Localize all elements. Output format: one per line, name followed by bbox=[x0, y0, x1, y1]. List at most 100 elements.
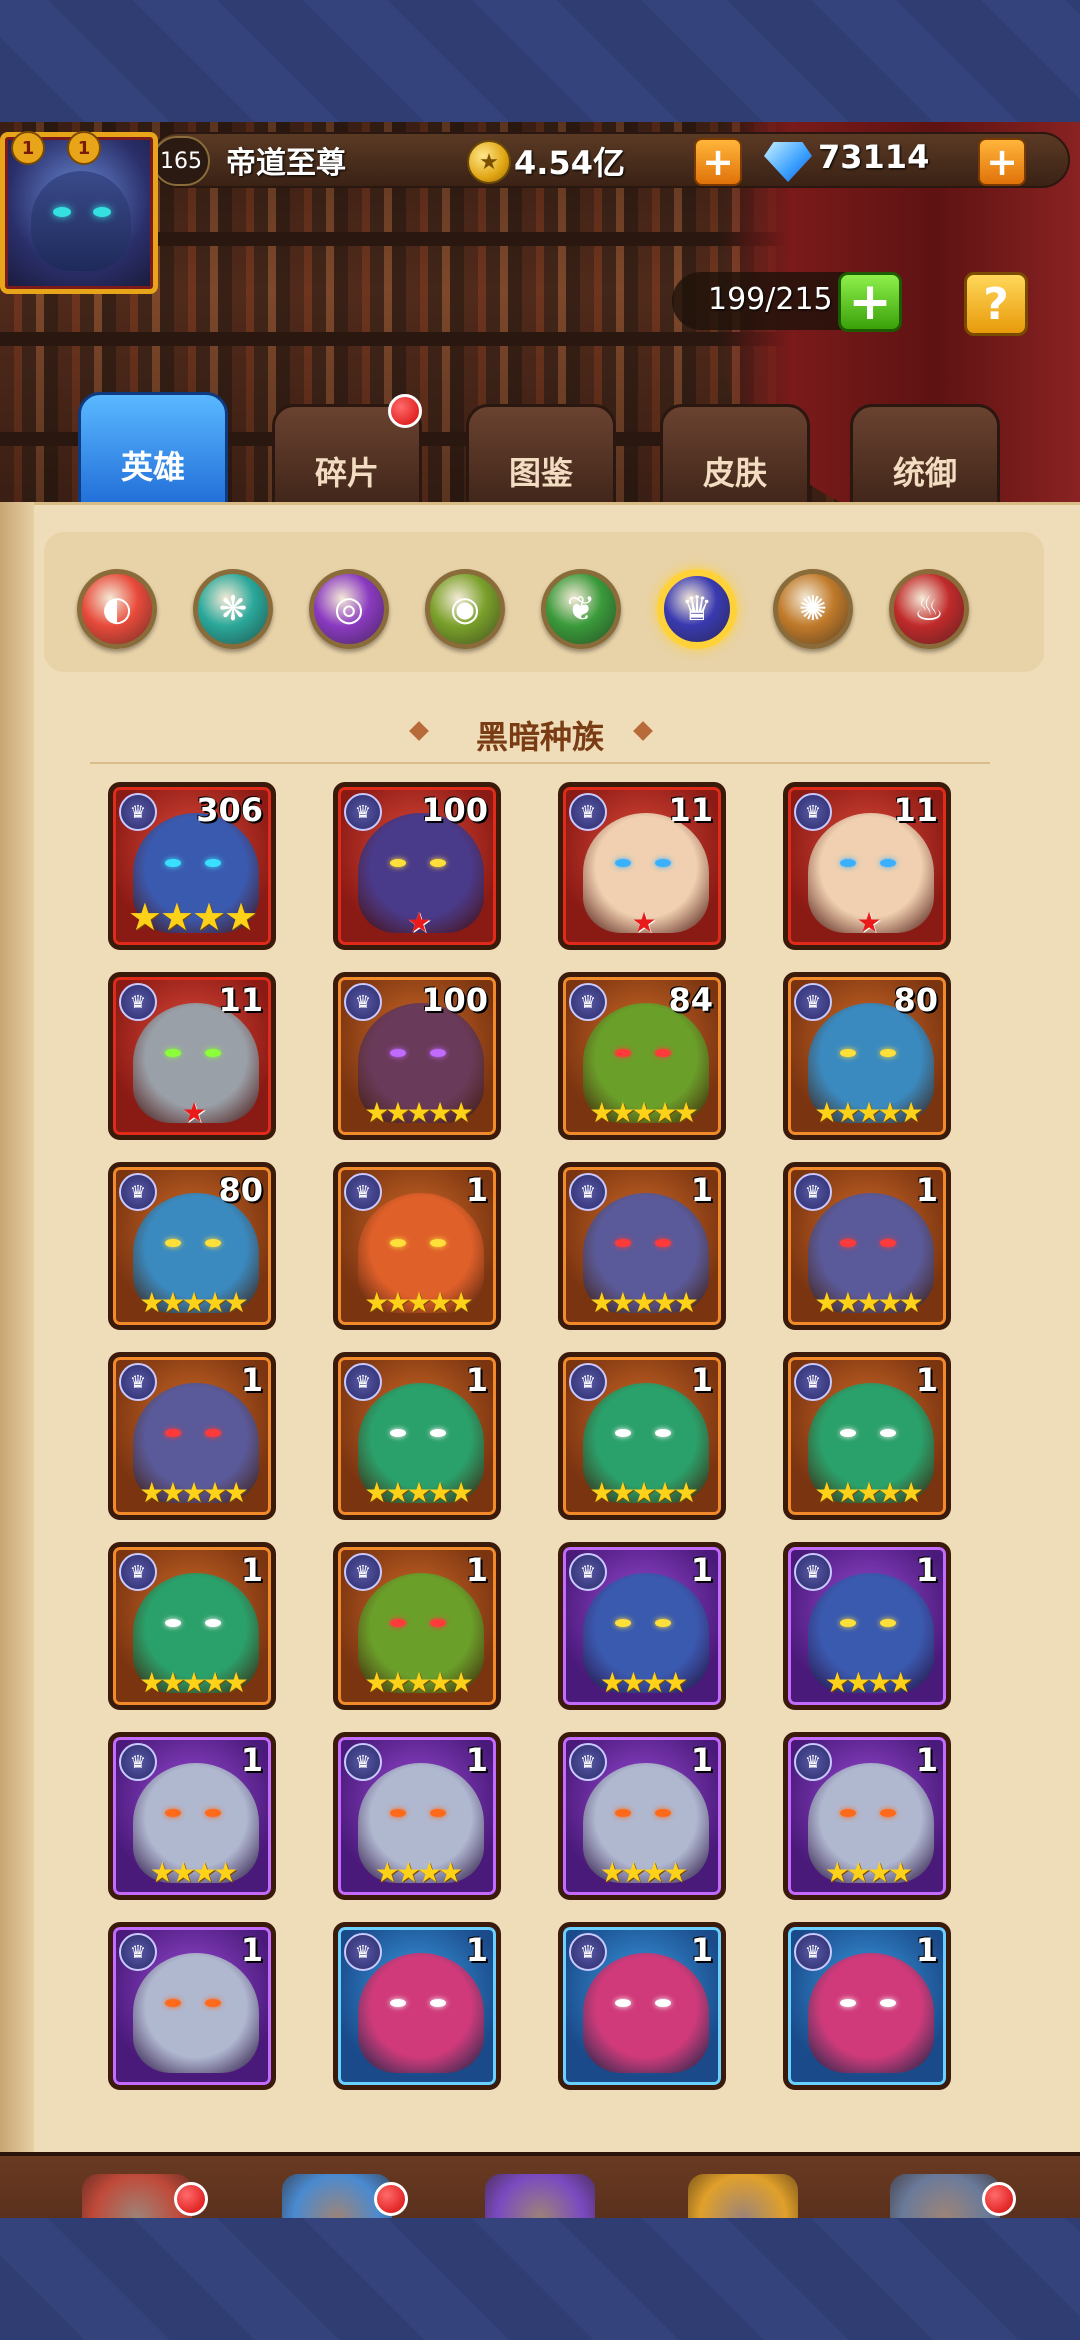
hero-portrait bbox=[358, 1953, 484, 2073]
hero-card[interactable]: ♛ 306 ★★★★ bbox=[108, 782, 276, 950]
hero-level: 1 bbox=[915, 1931, 938, 1969]
hero-card[interactable]: ♛ 1 ★★★★ bbox=[108, 1732, 276, 1900]
hero-eye bbox=[430, 1619, 446, 1627]
dark-faction-icon: ♛ bbox=[119, 793, 157, 831]
hero-level: 1 bbox=[465, 1931, 488, 1969]
hero-eye bbox=[430, 1809, 446, 1817]
hero-stars: ★★★★ bbox=[599, 1666, 688, 1699]
hero-card[interactable]: ♛ 11 ★ bbox=[783, 782, 951, 950]
hero-card[interactable]: ♛ 80 ★★★★★ bbox=[108, 1162, 276, 1330]
hero-stars: ★★★★★ bbox=[589, 1286, 699, 1319]
hero-stars: ★ bbox=[631, 906, 656, 939]
hero-card[interactable]: ♛ 1 ★★★★★ bbox=[108, 1352, 276, 1520]
hero-stars: ★ bbox=[406, 906, 431, 939]
hero-level: 306 bbox=[196, 791, 263, 829]
hero-card[interactable]: ♛ 1 ★★★★ bbox=[783, 1542, 951, 1710]
dark-faction-icon: ♛ bbox=[344, 1173, 382, 1211]
hero-card[interactable]: ♛ 1 ★★★★★ bbox=[783, 1352, 951, 1520]
tab-codex[interactable]: 图鉴 bbox=[466, 404, 616, 514]
dark-faction-icon: ♛ bbox=[569, 1363, 607, 1401]
hero-card[interactable]: ♛ 1 bbox=[108, 1922, 276, 2090]
hero-card[interactable]: ♛ 1 ★★★★★ bbox=[333, 1542, 501, 1710]
hero-card[interactable]: ♛ 11 ★ bbox=[558, 782, 726, 950]
avatar-eye bbox=[53, 207, 71, 217]
hero-card[interactable]: ♛ 1 ★★★★ bbox=[558, 1542, 726, 1710]
hero-card[interactable]: ♛ 1 ★★★★★ bbox=[333, 1352, 501, 1520]
tab-skins[interactable]: 皮肤 bbox=[660, 404, 810, 514]
hero-card[interactable]: ♛ 1 bbox=[558, 1922, 726, 2090]
dark-faction-icon: ♛ bbox=[794, 1173, 832, 1211]
water-faction-icon[interactable]: ❋ bbox=[193, 569, 273, 649]
hero-eye bbox=[165, 1809, 181, 1817]
hero-eye bbox=[205, 1999, 221, 2007]
gold-coin-icon: ★ bbox=[467, 140, 511, 184]
hero-eye bbox=[205, 1239, 221, 1247]
eye-faction-icon[interactable]: ◉ bbox=[425, 569, 505, 649]
hero-card[interactable]: ♛ 1 bbox=[333, 1922, 501, 2090]
hero-stars: ★★★★★ bbox=[814, 1476, 924, 1509]
hero-eye bbox=[390, 859, 406, 867]
backpack-icon bbox=[688, 2174, 798, 2218]
hero-stars: ★★★★★ bbox=[364, 1286, 474, 1319]
gold-amount: 4.54亿 bbox=[514, 144, 625, 182]
hero-level: 1 bbox=[915, 1741, 938, 1779]
hero-level: 1 bbox=[465, 1551, 488, 1589]
dark-faction-icon: ♛ bbox=[119, 1933, 157, 1971]
hero-card[interactable]: ♛ 80 ★★★★★ bbox=[783, 972, 951, 1140]
fire-faction-icon[interactable]: ♨ bbox=[889, 569, 969, 649]
dark-faction-icon[interactable]: ♛ bbox=[657, 569, 737, 649]
add-gold-button[interactable]: + bbox=[694, 138, 742, 186]
hero-eye bbox=[840, 859, 856, 867]
city-notification-dot bbox=[174, 2182, 208, 2216]
nav-heroes[interactable]: 英雄 bbox=[262, 2174, 412, 2218]
hero-eye bbox=[655, 1809, 671, 1817]
dark-faction-icon: ♛ bbox=[569, 1553, 607, 1591]
nav-city[interactable]: 主城 bbox=[62, 2174, 212, 2218]
nav-guild[interactable]: 公会 bbox=[870, 2174, 1020, 2218]
hero-level: 80 bbox=[893, 981, 938, 1019]
hero-level: 100 bbox=[421, 981, 488, 1019]
hero-eye bbox=[165, 1429, 181, 1437]
hero-card[interactable]: ♛ 1 bbox=[783, 1922, 951, 2090]
shadow-faction-icon[interactable]: ◎ bbox=[309, 569, 389, 649]
hero-eye bbox=[655, 1999, 671, 2007]
faction-title: 黑暗种族 bbox=[475, 718, 604, 756]
hero-card[interactable]: ♛ 100 ★ bbox=[333, 782, 501, 950]
hero-card[interactable]: ♛ 11 ★ bbox=[108, 972, 276, 1140]
hero-level: 1 bbox=[915, 1551, 938, 1589]
leaf-faction-icon[interactable]: ❦ bbox=[541, 569, 621, 649]
hero-stars: ★★★★ bbox=[127, 895, 258, 939]
hero-card[interactable]: ♛ 1 ★★★★★ bbox=[558, 1162, 726, 1330]
hero-card[interactable]: ♛ 1 ★★★★ bbox=[783, 1732, 951, 1900]
light-faction-icon[interactable]: ✺ bbox=[773, 569, 853, 649]
hero-level: 1 bbox=[690, 1741, 713, 1779]
nav-backpack[interactable]: 背包 bbox=[668, 2174, 818, 2218]
hero-eye bbox=[615, 1999, 631, 2007]
hero-level: 1 bbox=[915, 1361, 938, 1399]
hero-portrait bbox=[808, 1953, 934, 2073]
hero-card[interactable]: ♛ 100 ★★★★★ bbox=[333, 972, 501, 1140]
hero-card[interactable]: ♛ 1 ★★★★ bbox=[558, 1732, 726, 1900]
tab-command[interactable]: 统御 bbox=[850, 404, 1000, 514]
player-level: 165 bbox=[152, 136, 210, 186]
hero-card[interactable]: ♛ 1 ★★★★★ bbox=[333, 1162, 501, 1330]
hero-eye bbox=[615, 1239, 631, 1247]
hero-card[interactable]: ♛ 84 ★★★★★ bbox=[558, 972, 726, 1140]
hero-card[interactable]: ♛ 1 ★★★★★ bbox=[783, 1162, 951, 1330]
nav-explore[interactable]: 探险 bbox=[465, 2174, 615, 2218]
hero-card[interactable]: ♛ 1 ★★★★★ bbox=[558, 1352, 726, 1520]
tab-heroes[interactable]: 英雄 bbox=[78, 392, 228, 514]
hero-card[interactable]: ♛ 1 ★★★★★ bbox=[108, 1542, 276, 1710]
add-gems-button[interactable]: + bbox=[978, 138, 1026, 186]
player-avatar[interactable]: 1 1 bbox=[0, 131, 158, 294]
help-button[interactable]: ? bbox=[964, 272, 1028, 336]
hero-stars: ★★★★★ bbox=[814, 1096, 924, 1129]
hero-eye bbox=[840, 1429, 856, 1437]
all-factions-icon[interactable]: ◐ bbox=[77, 569, 157, 649]
hero-card[interactable]: ♛ 1 ★★★★ bbox=[333, 1732, 501, 1900]
hero-portrait bbox=[583, 1953, 709, 2073]
expand-capacity-button[interactable]: + bbox=[838, 272, 902, 332]
hero-eye bbox=[880, 1999, 896, 2007]
hero-eye bbox=[880, 1239, 896, 1247]
hero-eye bbox=[205, 859, 221, 867]
